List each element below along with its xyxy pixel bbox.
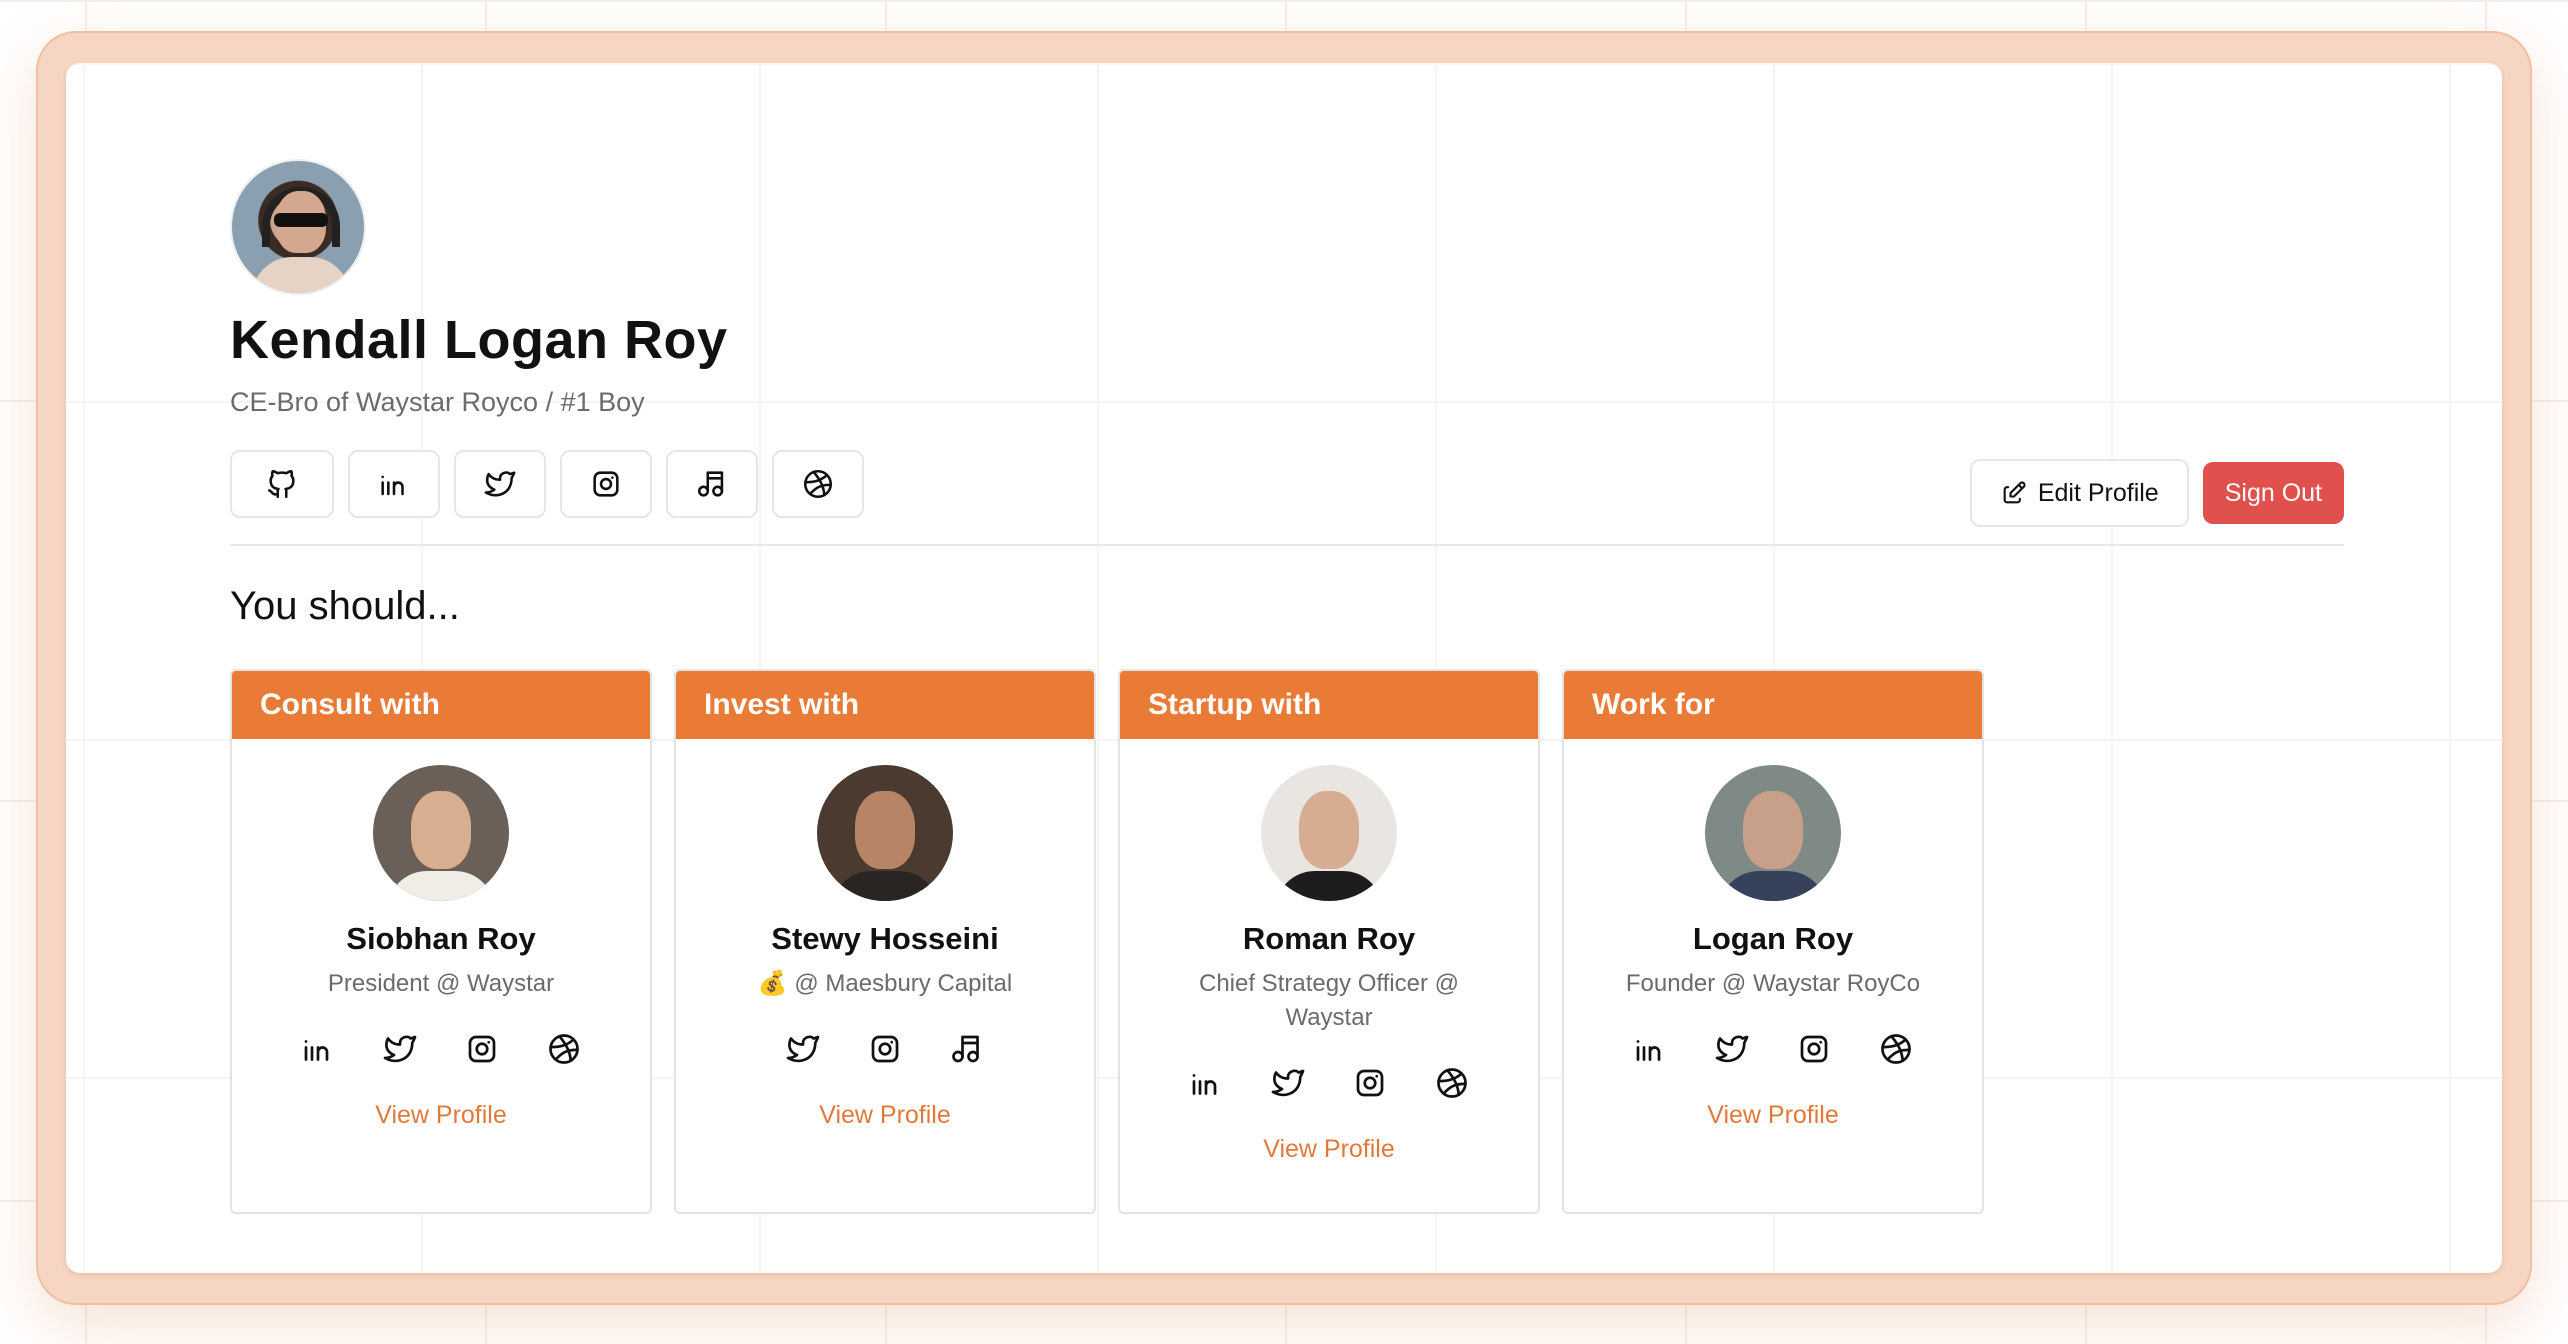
- avatar: [373, 765, 509, 901]
- linkedin-icon[interactable]: [1632, 1031, 1668, 1067]
- card-social-icons: [300, 1031, 582, 1067]
- linkedin-button[interactable]: [348, 450, 440, 518]
- avatar: [230, 159, 366, 295]
- instagram-icon[interactable]: [1352, 1065, 1388, 1101]
- card-name: Stewy Hosseini: [771, 921, 999, 956]
- card-name: Logan Roy: [1692, 921, 1854, 956]
- profile-actions: Edit Profile Sign Out: [1969, 459, 2344, 527]
- card-invest: Invest with Stewy Hosseini 💰 @ Maesbury …: [674, 669, 1096, 1214]
- divider: [230, 544, 2344, 546]
- avatar: [817, 765, 953, 901]
- instagram-icon[interactable]: [1796, 1031, 1832, 1067]
- card-social-icons: [1188, 1065, 1470, 1101]
- card-header: Consult with: [232, 671, 650, 739]
- instagram-icon[interactable]: [867, 1031, 903, 1067]
- dribbble-icon[interactable]: [1434, 1065, 1470, 1101]
- card-social-icons: [785, 1031, 985, 1067]
- edit-profile-label: Edit Profile: [2037, 478, 2159, 507]
- card-role: Founder @ Waystar RoyCo: [1625, 970, 1921, 997]
- sign-out-button[interactable]: Sign Out: [2202, 462, 2344, 524]
- github-icon: [267, 470, 295, 499]
- recommendation-cards: Consult with Siobhan Roy President @ Way…: [230, 669, 2344, 1214]
- card-role: Chief Strategy Officer @ Waystar: [1198, 970, 1459, 1031]
- edit-icon: [2003, 481, 2026, 504]
- music-icon[interactable]: [949, 1031, 985, 1067]
- avatar: [1261, 765, 1397, 901]
- music-button[interactable]: [666, 450, 758, 518]
- sign-out-label: Sign Out: [2224, 478, 2322, 507]
- dribbble-icon[interactable]: [1878, 1031, 1914, 1067]
- profile-panel: Kendall Logan Roy CE-Bro of Waystar Royc…: [66, 63, 2502, 1273]
- card-work: Work for Logan Roy Founder @ Waystar Roy…: [1562, 669, 1984, 1214]
- section-title: You should...: [230, 584, 460, 628]
- twitter-button[interactable]: [454, 450, 546, 518]
- card-consult: Consult with Siobhan Roy President @ Way…: [230, 669, 652, 1214]
- twitter-icon[interactable]: [1270, 1065, 1306, 1101]
- profile-content: Kendall Logan Roy CE-Bro of Waystar Royc…: [230, 159, 2344, 1214]
- card-header: Work for: [1564, 671, 1982, 739]
- twitter-icon[interactable]: [382, 1031, 418, 1067]
- card-name: Roman Roy: [1242, 921, 1416, 956]
- card-startup: Startup with Roman Roy Chief Strategy Of…: [1118, 669, 1540, 1214]
- view-profile-link[interactable]: View Profile: [1263, 1135, 1395, 1164]
- instagram-button[interactable]: [560, 450, 652, 518]
- avatar: [1705, 765, 1841, 901]
- linkedin-icon[interactable]: [1188, 1065, 1224, 1101]
- twitter-icon: [484, 471, 516, 497]
- dribbble-icon[interactable]: [546, 1031, 582, 1067]
- linkedin-icon: [381, 475, 404, 496]
- linkedin-icon[interactable]: [300, 1031, 336, 1067]
- github-button[interactable]: [230, 450, 334, 518]
- card-social-icons: [1632, 1031, 1914, 1067]
- music-icon: [697, 471, 724, 497]
- twitter-icon[interactable]: [785, 1031, 821, 1067]
- card-header: Startup with: [1120, 671, 1538, 739]
- card-role: 💰 @ Maesbury Capital: [757, 970, 1013, 997]
- edit-profile-button[interactable]: Edit Profile: [1969, 459, 2189, 527]
- dribbble-button[interactable]: [772, 450, 864, 518]
- instagram-icon[interactable]: [464, 1031, 500, 1067]
- view-profile-link[interactable]: View Profile: [1707, 1101, 1839, 1130]
- card-header: Invest with: [676, 671, 1094, 739]
- view-profile-link[interactable]: View Profile: [375, 1101, 507, 1130]
- view-profile-link[interactable]: View Profile: [819, 1101, 951, 1130]
- twitter-icon[interactable]: [1714, 1031, 1750, 1067]
- card-role: President @ Waystar: [327, 970, 555, 997]
- card-name: Siobhan Roy: [346, 921, 536, 956]
- instagram-icon: [593, 471, 619, 497]
- profile-subtitle: CE-Bro of Waystar Royco / #1 Boy: [230, 387, 645, 417]
- page-title: Kendall Logan Roy: [230, 310, 728, 370]
- dribbble-icon: [803, 469, 833, 499]
